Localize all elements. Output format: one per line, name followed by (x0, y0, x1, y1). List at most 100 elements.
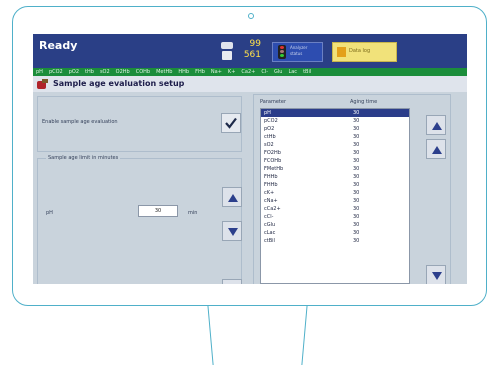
parameter-name: FO2Hb (264, 150, 281, 156)
count-top: 99 (249, 39, 261, 49)
tab-item[interactable]: Na+ (208, 68, 225, 76)
enable-section: Enable sample age evaluation (37, 96, 242, 152)
tab-item[interactable]: HHb (175, 68, 192, 76)
increase-button[interactable] (222, 187, 242, 207)
aging-time: 30 (353, 214, 360, 220)
list-item[interactable]: FHHb 30 (261, 181, 409, 189)
parameter-name: cLac (264, 230, 276, 236)
parameter-list[interactable]: pH 30 pCO2 30 pO2 30 ctHb 30 sO2 30 FO2Hb 30 FCOHb 30… (260, 108, 410, 284)
parameter-name: FCOHb (264, 158, 282, 164)
aging-time: 30 (353, 238, 360, 244)
aging-time: 30 (353, 118, 360, 124)
aging-time: 30 (353, 166, 360, 172)
list-item[interactable]: pO2 30 (261, 125, 409, 133)
list-item[interactable]: FO2Hb 30 (261, 149, 409, 157)
tab-item[interactable]: O2Hb (113, 68, 133, 76)
parameter-name: FHHb (264, 174, 278, 180)
enable-checkbox[interactable] (221, 113, 241, 133)
list-item[interactable]: FCOHb 30 (261, 157, 409, 165)
analyzer-status-label: Analyzer status (290, 45, 308, 56)
list-item[interactable]: ctHb 30 (261, 133, 409, 141)
age-limit-group: Sample age limit in minutes pH 30 min (37, 155, 242, 284)
list-item[interactable]: sO2 30 (261, 141, 409, 149)
parameter-name: FMetHb (264, 166, 284, 172)
list-item[interactable]: cCl- 30 (261, 213, 409, 221)
decrease-button[interactable] (222, 221, 242, 241)
parameter-name: pCO2 (264, 118, 278, 124)
webcam-icon (248, 13, 254, 19)
aging-time: 30 (353, 110, 360, 116)
syringe-icon (37, 79, 48, 89)
list-item[interactable]: cCa2+ 30 (261, 205, 409, 213)
parameter-list-section: Parameter Aging time pH 30 pCO2 30 pO2 30 ctHb… (253, 94, 451, 284)
enable-label: Enable sample age evaluation (42, 119, 118, 125)
data-log-button[interactable]: Data log (332, 42, 397, 62)
list-item[interactable]: pCO2 30 (261, 117, 409, 125)
tab-item[interactable]: pH (33, 68, 46, 76)
list-item[interactable]: cLac 30 (261, 229, 409, 237)
settings-panel: Enable sample age evaluation Sample age … (33, 92, 247, 284)
tab-item[interactable]: K+ (225, 68, 238, 76)
monitor-stand-left (197, 305, 214, 365)
parameter-name: ctBil (264, 238, 275, 244)
tab-item[interactable]: Glu (271, 68, 285, 76)
aging-time: 30 (353, 150, 360, 156)
tab-item[interactable]: sO2 (97, 68, 113, 76)
aging-time: 30 (353, 222, 360, 228)
unit-label: min (188, 210, 198, 216)
tab-item[interactable]: Cl- (258, 68, 271, 76)
aging-time: 30 (353, 198, 360, 204)
list-item[interactable]: FMetHb 30 (261, 165, 409, 173)
aging-time: 30 (353, 142, 360, 148)
list-item[interactable]: cK+ 30 (261, 189, 409, 197)
page-up-button[interactable] (426, 139, 446, 159)
parameter-name: cGlu (264, 222, 276, 228)
tab-item[interactable]: pCO2 (46, 68, 66, 76)
aging-time: 30 (353, 134, 360, 140)
list-item[interactable]: pH 30 (261, 109, 409, 117)
arrow-up-icon (228, 194, 238, 202)
list-item[interactable]: cGlu 30 (261, 221, 409, 229)
arrow-up-icon (432, 122, 442, 130)
aging-time: 30 (353, 174, 360, 180)
traffic-light-icon (278, 45, 286, 59)
parameter-name: cCl- (264, 214, 274, 220)
arrow-up-icon (432, 146, 442, 154)
parameter-name: cK+ (264, 190, 275, 196)
tab-item[interactable]: COHb (133, 68, 153, 76)
parameter-name: cCa2+ (264, 206, 281, 212)
tab-item[interactable]: FHb (192, 68, 208, 76)
selected-parameter-label: pH (46, 210, 53, 216)
parameter-name: FHHb (264, 182, 278, 188)
aging-time: 30 (353, 190, 360, 196)
tab-item[interactable]: MetHb (153, 68, 175, 76)
aging-time: 30 (353, 206, 360, 212)
sample-counts: 99 561 (239, 39, 261, 61)
age-limit-input[interactable]: 30 (138, 205, 178, 217)
folder-icon (337, 47, 346, 57)
extra-button[interactable] (222, 279, 242, 284)
list-item[interactable]: cNa+ 30 (261, 197, 409, 205)
parameter-name: pH (264, 110, 271, 116)
parameter-list-panel: Parameter Aging time pH 30 pCO2 30 pO2 30 ctHb… (247, 92, 467, 284)
arrow-down-icon (228, 228, 238, 236)
tab-item[interactable]: tBil (300, 68, 314, 76)
list-item[interactable]: ctBil 30 (261, 237, 409, 245)
tab-item[interactable]: pO2 (66, 68, 82, 76)
checkmark-icon (225, 117, 237, 129)
group-title: Sample age limit in minutes (46, 155, 121, 161)
parameter-name: pO2 (264, 126, 275, 132)
analyzer-status-button[interactable]: Analyzer status (272, 42, 323, 62)
data-log-label: Data log (349, 48, 371, 54)
tab-item[interactable]: Ca2+ (238, 68, 258, 76)
status-bar: Ready 99 561 Analyzer status Data log (33, 34, 467, 68)
tab-item[interactable]: Lac (285, 68, 300, 76)
tab-item[interactable]: tHb (82, 68, 97, 76)
column-header-parameter: Parameter (260, 99, 287, 105)
arrow-down-icon (432, 272, 442, 280)
scroll-up-button[interactable] (426, 115, 446, 135)
scroll-down-button[interactable] (426, 265, 446, 284)
parameter-name: sO2 (264, 142, 274, 148)
list-item[interactable]: FHHb 30 (261, 173, 409, 181)
monitor-stand-right (301, 305, 318, 365)
